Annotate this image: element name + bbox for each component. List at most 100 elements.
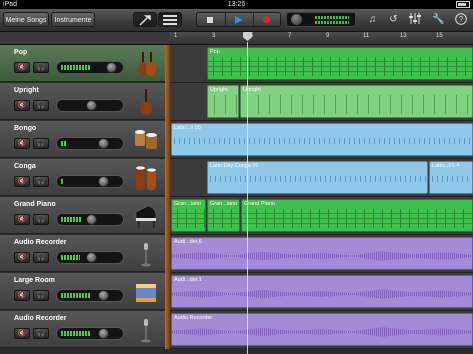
mute-button[interactable]: 🔇 bbox=[14, 100, 30, 111]
track-lane[interactable]: Audio Recorder bbox=[170, 311, 473, 349]
track-header[interactable]: Large Room 🔇 🎧 bbox=[0, 273, 165, 310]
ruler-bar-label: 15 bbox=[436, 33, 443, 39]
region-label: Upright bbox=[210, 87, 228, 93]
track-lane[interactable]: Latin Day Conga 01 Latin...01.4 bbox=[170, 159, 473, 197]
volume-knob[interactable] bbox=[86, 214, 97, 225]
play-icon bbox=[235, 16, 243, 24]
mute-button[interactable]: 🔇 bbox=[14, 252, 30, 263]
track-volume-slider[interactable] bbox=[56, 61, 124, 74]
instruments-button[interactable]: Instrumente bbox=[51, 12, 95, 27]
guitar-pick-icon[interactable]: ♫ bbox=[366, 13, 379, 26]
audio-region[interactable]: Latin...01.4 bbox=[429, 161, 473, 194]
status-bar: iPad 13:26 bbox=[0, 0, 473, 9]
instrument-view-button[interactable] bbox=[133, 12, 157, 27]
region-label: Gran...iano bbox=[210, 201, 238, 207]
conga-icon bbox=[136, 166, 156, 190]
audio-region[interactable]: Audi...der.6 bbox=[171, 237, 473, 270]
solo-button[interactable]: 🎧 bbox=[33, 290, 49, 301]
track-lane[interactable]: Latin...s 05 bbox=[170, 121, 473, 159]
mute-button[interactable]: 🔇 bbox=[14, 214, 30, 225]
volume-knob[interactable] bbox=[98, 138, 109, 149]
track-header[interactable]: Audio Recorder 🔇 🎧 bbox=[0, 235, 165, 272]
ruler-bar-label: 13 bbox=[400, 33, 407, 39]
track-lane[interactable]: Audi...der.6 bbox=[170, 235, 473, 273]
track-volume-slider[interactable] bbox=[56, 137, 124, 150]
mute-button[interactable]: 🔇 bbox=[14, 62, 30, 73]
level-meter bbox=[61, 141, 66, 146]
solo-button[interactable]: 🎧 bbox=[33, 328, 49, 339]
midi-region[interactable]: Gran...iano bbox=[171, 199, 206, 232]
solo-button[interactable]: 🎧 bbox=[33, 252, 49, 263]
tracks-view-button[interactable] bbox=[158, 12, 182, 27]
level-meter bbox=[61, 217, 82, 222]
track-header[interactable]: Pop 🔇 🎧 bbox=[0, 45, 165, 82]
volume-knob[interactable] bbox=[106, 62, 117, 73]
track-volume-slider[interactable] bbox=[56, 213, 124, 226]
level-meter bbox=[61, 255, 80, 260]
grand-piano-icon bbox=[135, 205, 157, 228]
stop-icon bbox=[207, 17, 213, 23]
microphone-icon bbox=[141, 243, 151, 267]
region-label: Gran...iano bbox=[174, 201, 202, 207]
region-label: Latin...s 05 bbox=[174, 125, 201, 131]
master-volume[interactable] bbox=[286, 12, 356, 27]
track-lane[interactable]: Gran...iano Gran...iano Grand Piano bbox=[170, 197, 473, 235]
help-icon[interactable]: ? bbox=[454, 13, 467, 26]
mute-button[interactable]: 🔇 bbox=[14, 138, 30, 149]
region-label: Latin Day Conga 01 bbox=[210, 163, 259, 169]
track-volume-slider[interactable] bbox=[56, 175, 124, 188]
solo-button[interactable]: 🎧 bbox=[33, 214, 49, 225]
master-meter-left bbox=[315, 16, 349, 19]
midi-region[interactable]: Upright bbox=[207, 85, 239, 118]
solo-button[interactable]: 🎧 bbox=[33, 62, 49, 73]
transport-controls bbox=[196, 12, 281, 27]
track-volume-slider[interactable] bbox=[56, 327, 124, 340]
timeline-ruler[interactable]: 1 3 5 7 9 11 13 15 bbox=[170, 32, 473, 45]
audio-region[interactable]: Audi...der.1 bbox=[171, 275, 473, 308]
track-volume-slider[interactable] bbox=[56, 99, 124, 112]
settings-wrench-icon[interactable]: 🔧 bbox=[432, 13, 445, 26]
mute-button[interactable]: 🔇 bbox=[14, 290, 30, 301]
track-row: Upright 🔇 🎧 Upright Upright bbox=[0, 83, 473, 121]
volume-knob[interactable] bbox=[98, 176, 109, 187]
volume-knob[interactable] bbox=[86, 100, 97, 111]
solo-button[interactable]: 🎧 bbox=[33, 138, 49, 149]
record-button[interactable] bbox=[253, 13, 281, 26]
track-name: Pop bbox=[14, 49, 28, 56]
track-lane[interactable]: Upright Upright bbox=[170, 83, 473, 121]
solo-button[interactable]: 🎧 bbox=[33, 100, 49, 111]
track-lane[interactable]: Pop bbox=[170, 45, 473, 83]
audio-region[interactable]: Latin...s 05 bbox=[171, 123, 473, 156]
loop-icon[interactable]: ↺ bbox=[387, 13, 400, 26]
level-meter bbox=[61, 65, 90, 70]
region-label: Audi...der.6 bbox=[174, 239, 202, 245]
audio-region[interactable]: Audio Recorder bbox=[171, 313, 473, 346]
mute-button[interactable]: 🔇 bbox=[14, 176, 30, 187]
play-button[interactable] bbox=[225, 13, 254, 26]
volume-knob[interactable] bbox=[98, 328, 109, 339]
mute-button[interactable]: 🔇 bbox=[14, 328, 30, 339]
track-header[interactable]: Audio Recorder 🔇 🎧 bbox=[0, 311, 165, 348]
track-volume-slider[interactable] bbox=[56, 251, 124, 264]
battery-icon bbox=[454, 0, 470, 9]
track-volume-slider[interactable] bbox=[56, 289, 124, 302]
stop-button[interactable] bbox=[197, 13, 226, 26]
my-songs-button[interactable]: Meine Songs bbox=[3, 12, 49, 27]
volume-knob[interactable] bbox=[86, 252, 97, 263]
level-meter bbox=[61, 293, 90, 298]
midi-region[interactable]: Upright bbox=[240, 85, 473, 118]
violin-icon bbox=[138, 52, 156, 76]
solo-button[interactable]: 🎧 bbox=[33, 176, 49, 187]
midi-region[interactable]: Grand Piano bbox=[241, 199, 473, 232]
track-header[interactable]: Conga 🔇 🎧 bbox=[0, 159, 165, 196]
mixer-icon[interactable] bbox=[408, 13, 421, 26]
track-lane[interactable]: Audi...der.1 bbox=[170, 273, 473, 311]
audio-region[interactable]: Latin Day Conga 01 bbox=[207, 161, 428, 194]
volume-knob[interactable] bbox=[98, 290, 109, 301]
garageband-tracks-view: iPad 13:26 Meine Songs Instrumente ♫ ↺ 🔧… bbox=[0, 0, 473, 354]
track-header[interactable]: Grand Piano 🔇 🎧 bbox=[0, 197, 165, 234]
track-header[interactable]: Bongo 🔇 🎧 bbox=[0, 121, 165, 158]
upright-bass-icon bbox=[140, 89, 152, 115]
track-header[interactable]: Upright 🔇 🎧 bbox=[0, 83, 165, 120]
midi-region[interactable]: Gran...iano bbox=[207, 199, 240, 232]
